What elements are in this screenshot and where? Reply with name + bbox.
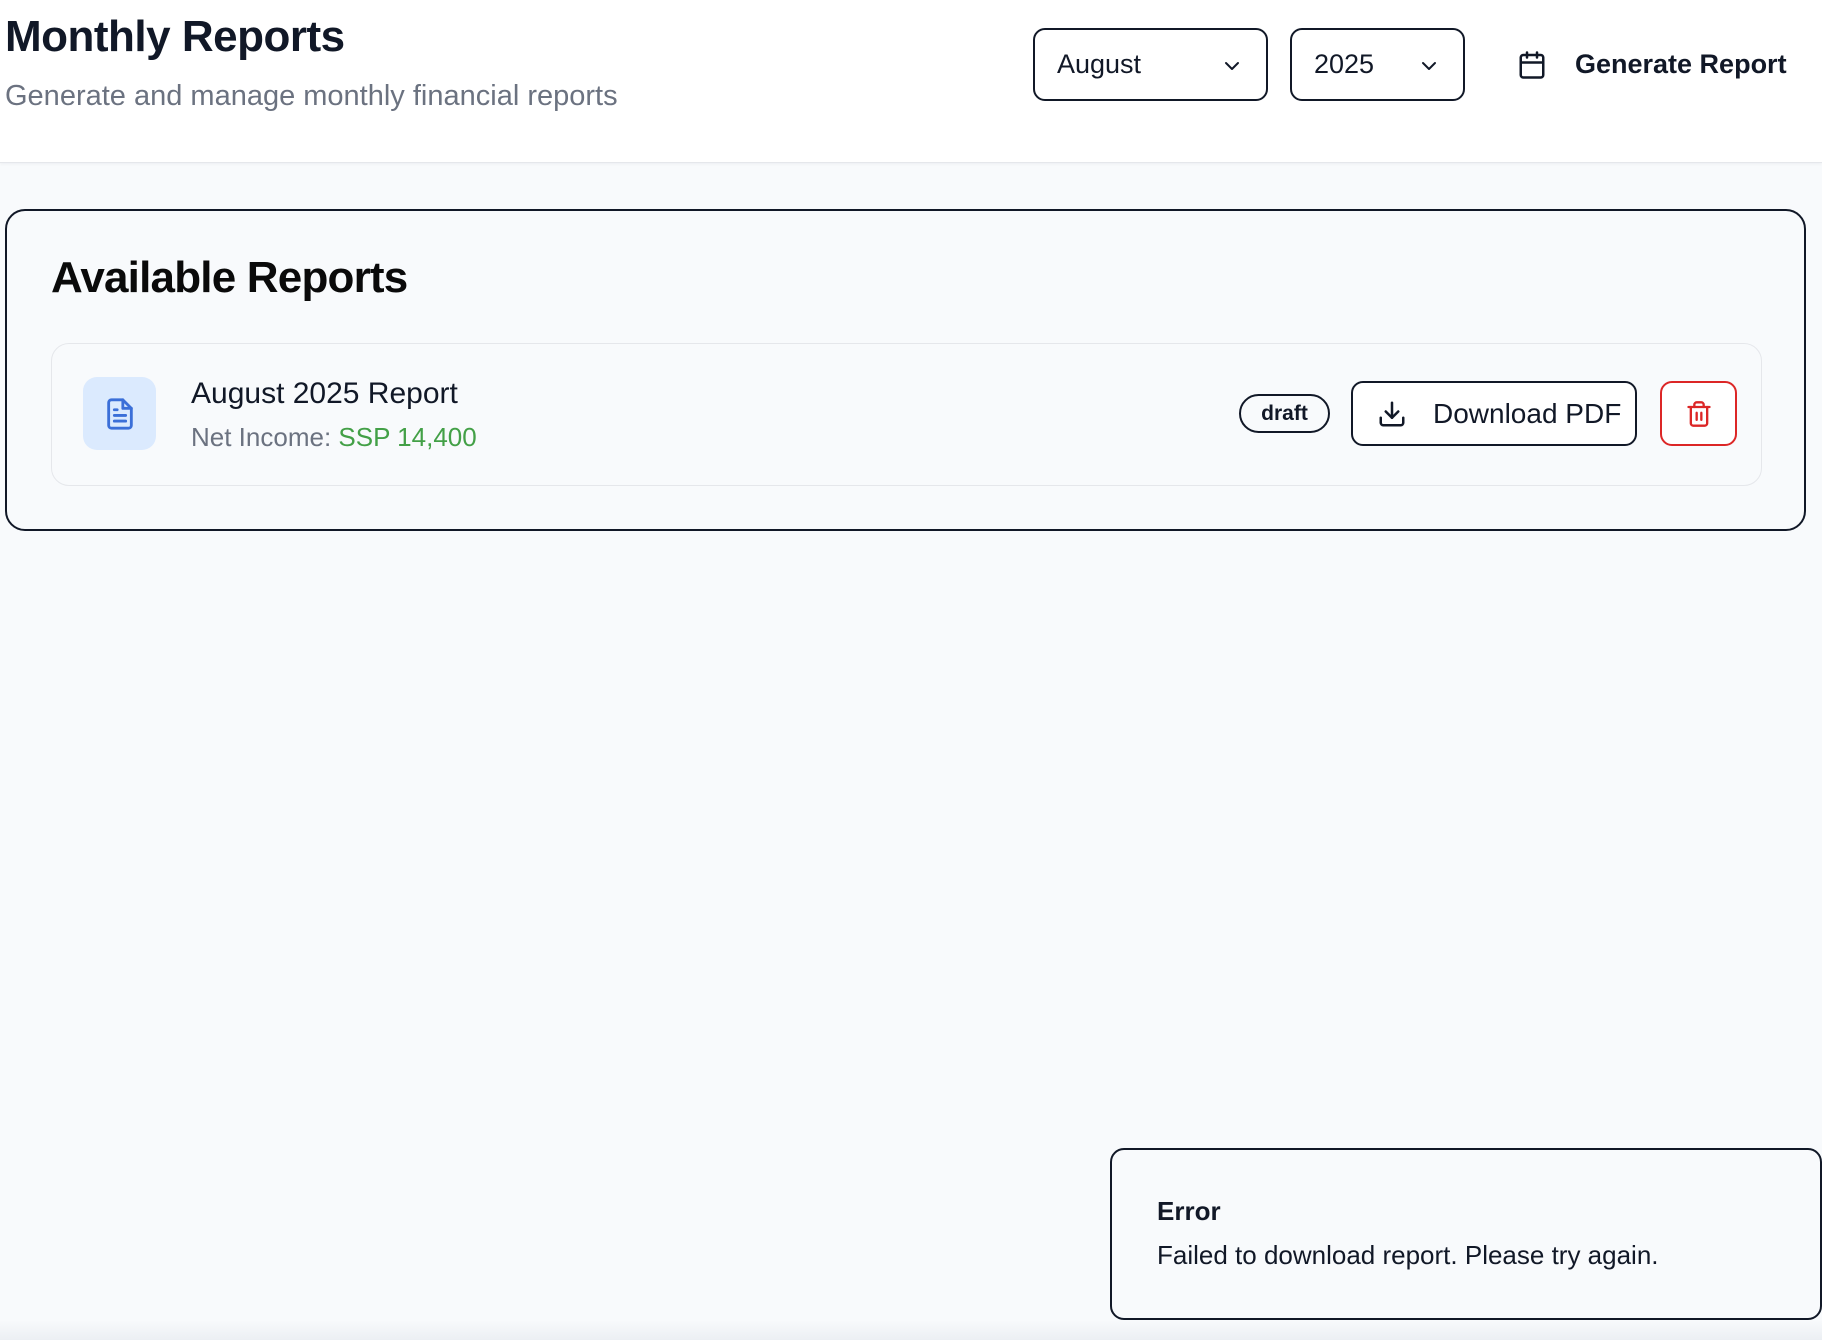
card-title: Available Reports <box>51 253 408 302</box>
page-header: Monthly Reports Generate and manage mont… <box>0 0 1822 163</box>
generate-report-label: Generate Report <box>1575 49 1787 79</box>
chevron-down-icon <box>1225 62 1239 70</box>
download-icon <box>1379 401 1405 426</box>
year-select[interactable]: 2025 <box>1290 28 1465 101</box>
month-select-value: August <box>1057 49 1142 79</box>
toast-message: Failed to download report. Please try ag… <box>1157 1240 1659 1270</box>
net-income-value: SSP 14,400 <box>338 422 477 452</box>
bottom-shadow <box>0 1320 1822 1340</box>
month-select[interactable]: August <box>1033 28 1268 101</box>
toast-title: Error <box>1157 1196 1221 1226</box>
net-income-label: Net Income: <box>191 422 332 452</box>
report-list-item: August 2025 Report Net Income: SSP 14,40… <box>51 343 1762 486</box>
page-subtitle: Generate and manage monthly financial re… <box>5 80 618 112</box>
error-toast: Error Failed to download report. Please … <box>1110 1148 1822 1320</box>
chevron-down-icon <box>1422 62 1436 70</box>
download-pdf-button[interactable]: Download PDF <box>1351 381 1637 446</box>
report-name: August 2025 Report <box>191 377 458 410</box>
generate-report-button[interactable]: Generate Report <box>1505 28 1805 101</box>
file-text-icon <box>106 397 133 430</box>
status-badge: draft <box>1239 394 1330 433</box>
available-reports-card: Available Reports August 2025 Report Net… <box>5 209 1806 531</box>
report-file-tile <box>83 377 156 450</box>
year-select-value: 2025 <box>1314 49 1375 79</box>
page-title: Monthly Reports <box>5 12 345 61</box>
net-income-line: Net Income: SSP 14,400 <box>191 422 477 453</box>
trash-icon <box>1686 400 1711 427</box>
download-pdf-label: Download PDF <box>1433 397 1622 429</box>
delete-report-button[interactable] <box>1660 381 1737 446</box>
calendar-icon <box>1519 50 1545 79</box>
